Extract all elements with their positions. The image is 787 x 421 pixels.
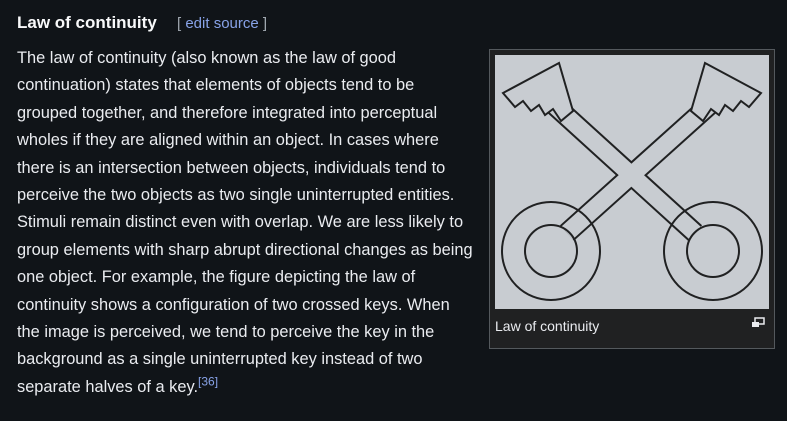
edit-bracket-open: [ <box>177 15 182 32</box>
figure-thumbnail: Law of continuity <box>489 49 775 349</box>
article-body: Law of continuity The law of continuity … <box>17 45 787 401</box>
edit-source-link[interactable]: edit source <box>185 15 258 32</box>
figure-caption-text: Law of continuity <box>495 318 600 334</box>
citation-link[interactable]: [36] <box>198 374 218 388</box>
paragraph-text: The law of continuity (also known as the… <box>17 49 473 396</box>
edit-bracket-close: ] <box>262 15 268 32</box>
magnify-clip-icon[interactable] <box>751 317 765 328</box>
edit-section: [ edit source ] <box>177 12 267 36</box>
section-heading: Law of continuity <box>17 13 157 32</box>
citation-superscript: [36] <box>198 374 218 388</box>
crossed-keys-image[interactable] <box>495 55 769 309</box>
figure-caption: Law of continuity <box>495 309 769 335</box>
